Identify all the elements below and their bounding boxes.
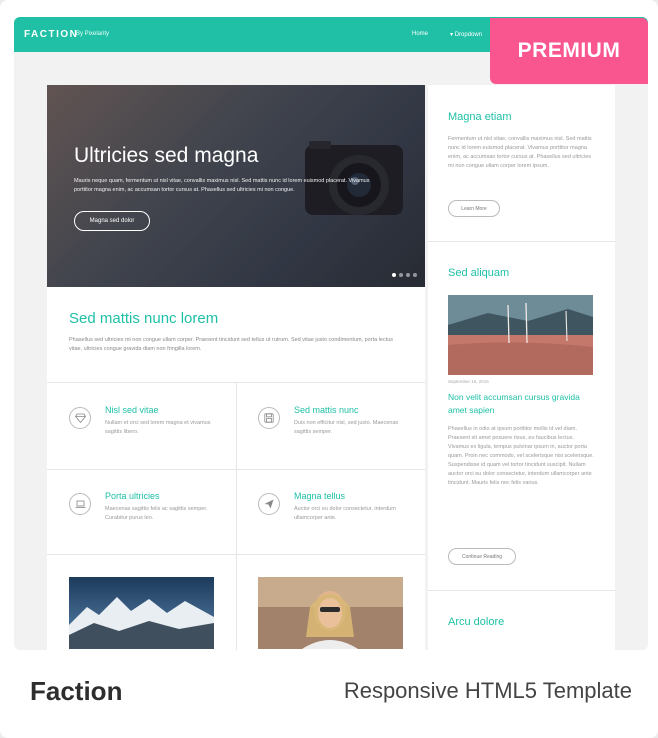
continue-reading-button[interactable]: Continue Reading <box>448 548 516 565</box>
feature-title[interactable]: Porta ultricies <box>105 491 160 501</box>
nav-dropdown[interactable]: ▾ Dropdown <box>450 31 482 38</box>
feature-text: Nullam et orci sed lorem magna et vivamu… <box>105 420 211 435</box>
intro-title: Sed mattis nunc lorem <box>69 310 219 327</box>
template-preview[interactable]: FACTION By Pixelarity Home ▾ Dropdown Ul… <box>14 17 648 650</box>
learn-more-button[interactable]: Learn More <box>448 200 500 217</box>
feature-title[interactable]: Sed mattis nunc <box>294 405 359 415</box>
hero-title: Ultricies sed magna <box>74 144 259 167</box>
site-byline: By Pixelarity <box>76 31 110 37</box>
hero-button[interactable]: Magna sed dolor <box>74 211 150 231</box>
paper-plane-icon <box>258 493 280 515</box>
sidebar-title: Sed aliquam <box>448 267 510 279</box>
feature-text: Maecenas sagittis felis ac sagittis semp… <box>105 506 208 521</box>
sidebar-text: Fermentum ut nisl vitae, convallis maxim… <box>448 136 592 169</box>
intro-text: Phasellus sed ultricies mi non congue ul… <box>69 337 394 352</box>
nav-dropdown-label: Dropdown <box>454 32 483 38</box>
feature-title[interactable]: Nisl sed vitae <box>105 405 159 415</box>
carousel-dot-active[interactable] <box>392 273 396 277</box>
main-column: Ultricies sed magna Mauris neque quam, f… <box>47 85 425 650</box>
sidebar-title: Arcu dolore <box>448 616 505 628</box>
laptop-icon <box>69 493 91 515</box>
feature-title[interactable]: Magna tellus <box>294 491 345 501</box>
post-title-link[interactable]: Non velit accumsan cursus gravida amet s… <box>448 391 598 417</box>
carousel-dot[interactable] <box>413 273 417 277</box>
carousel-dots <box>392 273 417 277</box>
site-logo[interactable]: FACTION <box>24 29 78 40</box>
post-excerpt: Phasellus in odio at ipsum porttitor mol… <box>448 426 594 486</box>
sidebar-title: Magna etiam <box>448 111 512 123</box>
sidebar: Magna etiam Fermentum ut nisl vitae, con… <box>428 85 615 650</box>
hero-text: Mauris neque quam, fermentum ut nisl vit… <box>74 178 370 193</box>
feature-text: Duis non efficitur nisl, sed justo. Maec… <box>294 420 399 435</box>
portrait-photo[interactable] <box>258 577 403 649</box>
carousel-dot[interactable] <box>406 273 410 277</box>
post-date: September 15, 2016 <box>448 379 489 384</box>
template-description: Responsive HTML5 Template <box>343 678 632 703</box>
divider <box>428 241 615 242</box>
mountain-photo[interactable] <box>69 577 214 649</box>
carousel-dot[interactable] <box>399 273 403 277</box>
template-name[interactable]: Faction <box>30 676 122 707</box>
feature-text: Auctor orci eu dolor consectetur, interd… <box>294 506 396 521</box>
divider <box>236 382 237 650</box>
hero-banner: Ultricies sed magna Mauris neque quam, f… <box>47 85 425 287</box>
template-card[interactable]: FACTION By Pixelarity Home ▾ Dropdown Ul… <box>0 0 658 738</box>
nav-home[interactable]: Home <box>412 31 428 37</box>
diamond-icon <box>69 407 91 429</box>
divider <box>428 590 615 591</box>
save-icon <box>258 407 280 429</box>
premium-badge: PREMIUM <box>490 18 648 84</box>
field-photo[interactable] <box>448 295 593 375</box>
